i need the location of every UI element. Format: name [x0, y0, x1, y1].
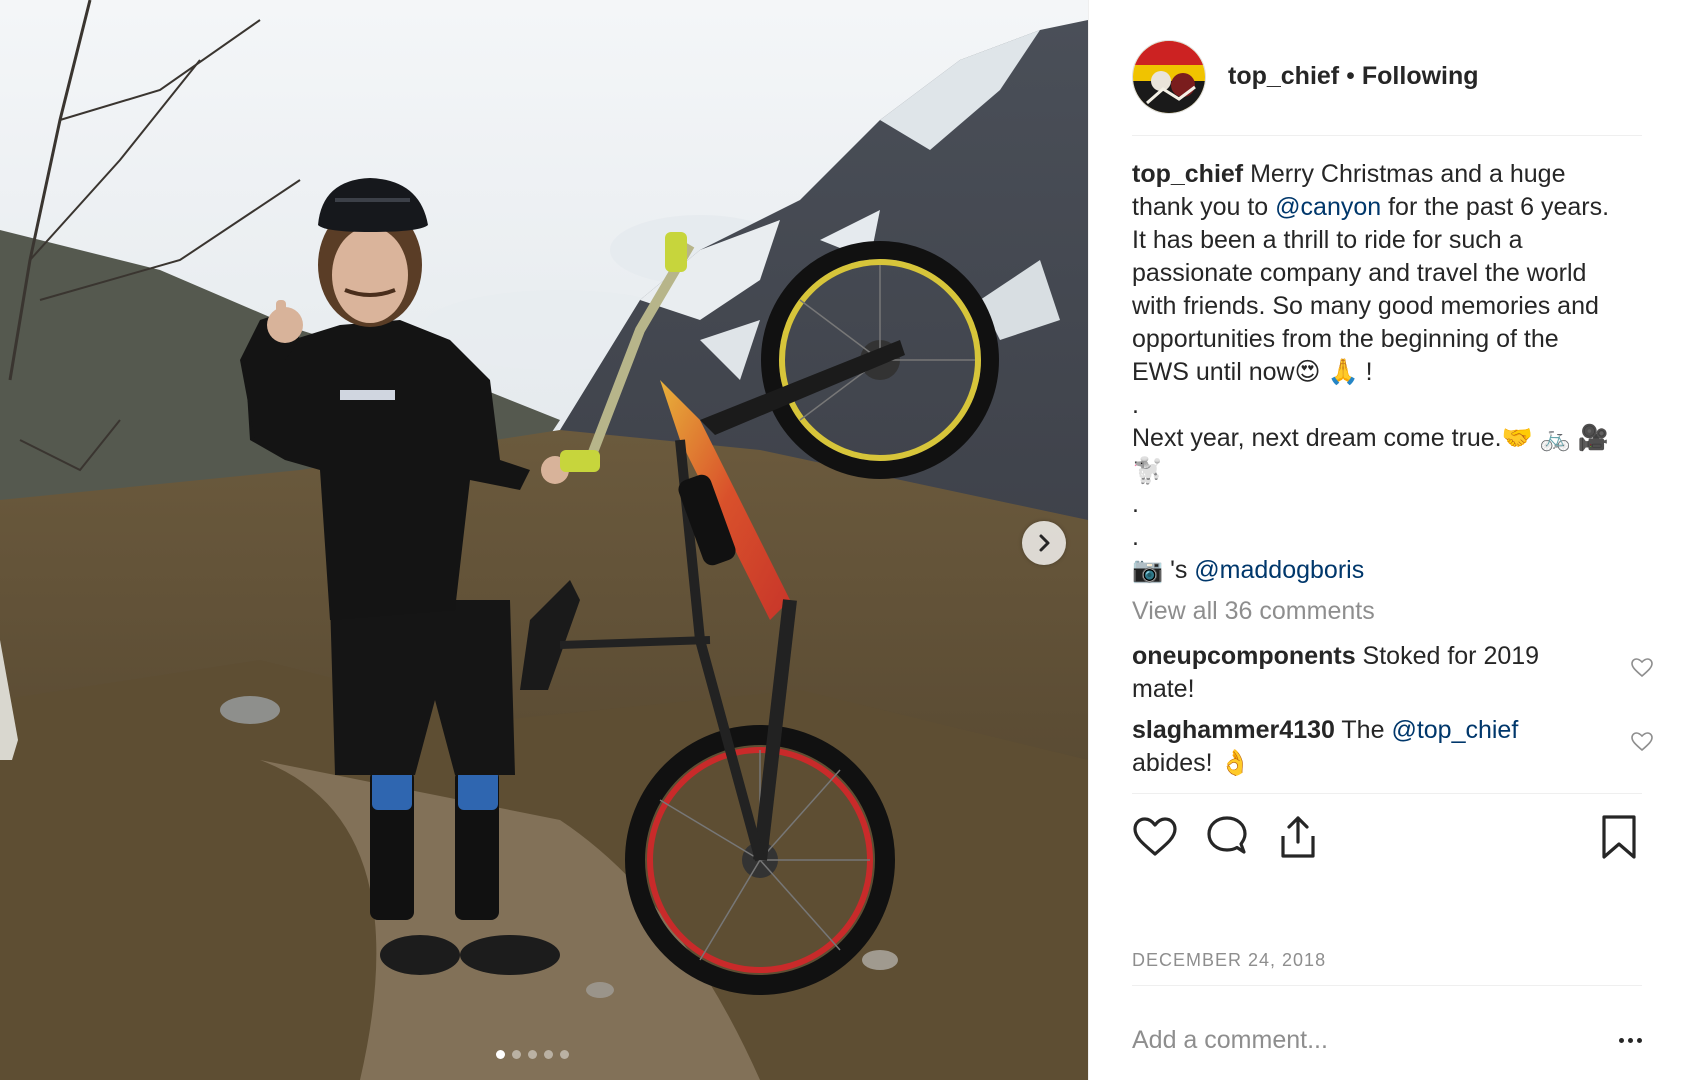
carousel-next-button[interactable]: [1022, 521, 1066, 565]
caption-text: for the past 6 years.: [1381, 193, 1610, 221]
mention-link[interactable]: @canyon: [1275, 193, 1381, 221]
comment-item: slaghammer4130 The @top_chief abides! 👌: [1132, 714, 1654, 780]
caption-text: thank you to: [1132, 193, 1276, 221]
caption-username[interactable]: top_chief: [1132, 160, 1243, 188]
post-date: DECEMBER 24, 2018: [1132, 950, 1642, 986]
mention-link[interactable]: @maddogboris: [1194, 556, 1364, 584]
post-viewer: top_chief • Following top_chief Merry Ch…: [0, 0, 1685, 1080]
post-image: [0, 0, 1088, 1080]
action-bar: [1132, 793, 1642, 873]
like-button[interactable]: [1132, 814, 1178, 860]
caption-text: .: [1132, 391, 1139, 419]
comment-text: mate!: [1132, 675, 1195, 703]
post-photo[interactable]: [0, 0, 1088, 1080]
comment-username[interactable]: oneupcomponents: [1132, 642, 1356, 670]
heart-icon[interactable]: [1630, 730, 1654, 754]
comment-text: abides! 👌: [1132, 749, 1251, 777]
more-options-button[interactable]: [1602, 1030, 1642, 1050]
carousel-dot: [528, 1050, 537, 1059]
caption: top_chief Merry Christmas and a huge tha…: [1132, 158, 1652, 587]
caption-text: 📷 's: [1132, 556, 1195, 584]
caption-text: It has been a thrill to ride for such a: [1132, 226, 1523, 254]
caption-text: .: [1132, 523, 1139, 551]
caption-text: passionate company and travel the world: [1132, 259, 1587, 287]
add-comment-input[interactable]: [1132, 1025, 1602, 1055]
ellipsis-icon: [1628, 1037, 1633, 1043]
share-button[interactable]: [1275, 814, 1321, 860]
chevron-right-icon: [1039, 534, 1050, 552]
carousel-indicator: [496, 1050, 569, 1059]
ellipsis-icon: [1637, 1037, 1642, 1043]
comment-text: Stoked for 2019: [1355, 642, 1540, 670]
save-button[interactable]: [1596, 814, 1642, 860]
carousel-dot: [512, 1050, 521, 1059]
mention-link[interactable]: @top_chief: [1391, 716, 1518, 744]
caption-and-comments: top_chief Merry Christmas and a huge tha…: [1132, 158, 1654, 780]
post-header: top_chief • Following: [1132, 28, 1642, 136]
avatar-image: [1133, 40, 1205, 113]
caption-text: .: [1132, 490, 1139, 518]
comment-button[interactable]: [1204, 814, 1250, 860]
comment-item: oneupcomponents Stoked for 2019 mate!: [1132, 640, 1654, 706]
caption-text: with friends. So many good memories and: [1132, 292, 1599, 320]
add-comment-bar: [1132, 1020, 1642, 1060]
carousel-dot: [544, 1050, 553, 1059]
caption-text: opportunities from the beginning of the: [1132, 325, 1559, 353]
carousel-dot: [560, 1050, 569, 1059]
caption-text: Next year, next dream come true.🤝 🚲 🎥: [1132, 424, 1609, 452]
caption-text: EWS until now😍 🙏 !: [1132, 358, 1373, 386]
comment-text: The: [1334, 716, 1392, 744]
comment-username[interactable]: slaghammer4130: [1132, 716, 1335, 744]
post-details: top_chief • Following top_chief Merry Ch…: [1088, 0, 1685, 1080]
post-author-username[interactable]: top_chief: [1228, 62, 1339, 91]
following-button[interactable]: Following: [1362, 62, 1479, 91]
caption-text: 🐩: [1132, 457, 1164, 485]
avatar[interactable]: [1132, 39, 1206, 114]
heart-icon[interactable]: [1630, 656, 1654, 680]
view-all-comments-link[interactable]: View all 36 comments: [1132, 595, 1652, 628]
carousel-dot: [496, 1050, 505, 1059]
caption-text: Merry Christmas and a huge: [1250, 160, 1566, 188]
ellipsis-icon: [1619, 1037, 1624, 1043]
header-separator: •: [1346, 62, 1355, 90]
